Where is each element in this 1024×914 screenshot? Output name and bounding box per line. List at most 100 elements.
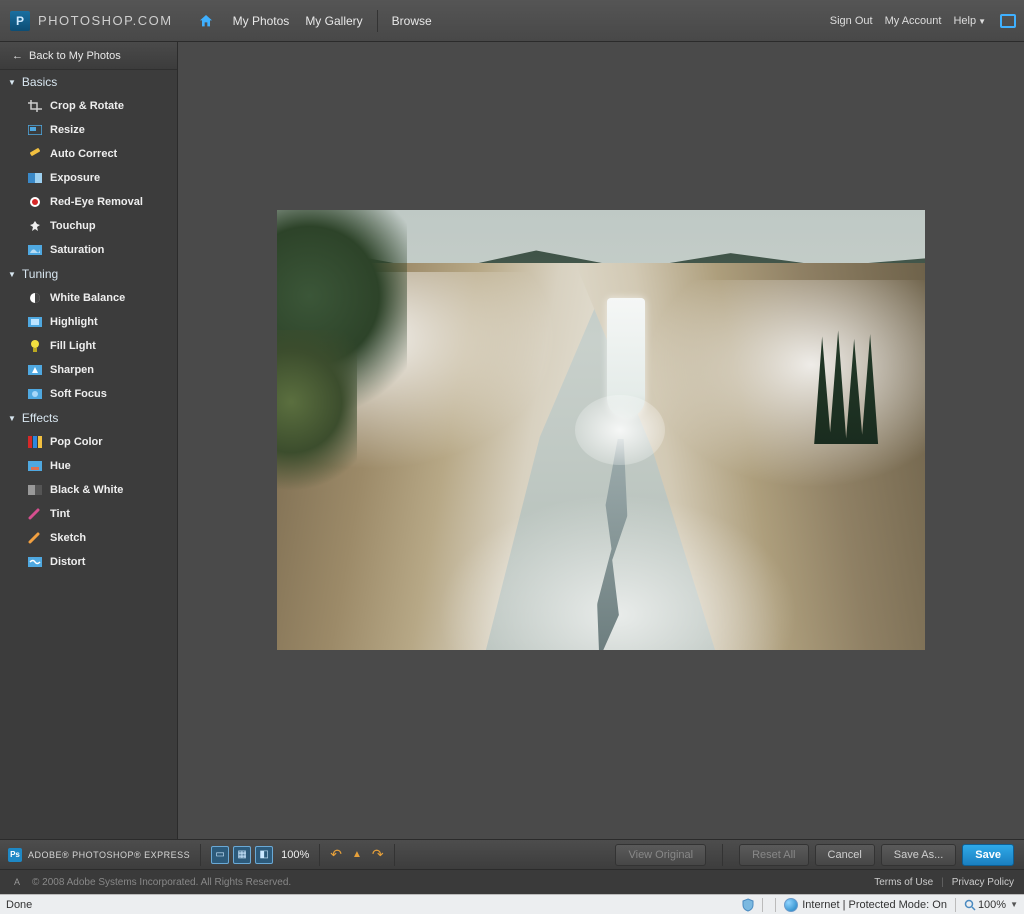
sharpen-icon <box>28 364 42 376</box>
tool-exposure[interactable]: Exposure <box>0 166 177 190</box>
separator <box>955 898 956 912</box>
reset-all-button[interactable]: Reset All <box>739 844 808 866</box>
canvas-area <box>178 42 1024 839</box>
section-effects[interactable]: ▼Effects <box>0 406 177 430</box>
back-to-photos-button[interactable]: ← Back to My Photos <box>0 42 177 70</box>
separator <box>762 898 763 912</box>
bottom-toolbar: Ps ADOBE® PHOTOSHOP® EXPRESS ▭ ▦ ◧ 100% … <box>0 839 1024 869</box>
nav-help-label: Help <box>953 15 976 27</box>
browser-zoom[interactable]: 100% ▼ <box>964 899 1018 911</box>
terms-link[interactable]: Terms of Use <box>874 877 933 888</box>
white-balance-icon <box>28 292 42 304</box>
main-area: ← Back to My Photos ▼ Basics Crop & Rotat… <box>0 42 1024 839</box>
tool-fill-light[interactable]: Fill Light <box>0 334 177 358</box>
tool-red-eye[interactable]: Red-Eye Removal <box>0 190 177 214</box>
tint-icon <box>28 508 42 520</box>
triangle-down-icon: ▼ <box>8 414 16 423</box>
history-icon[interactable]: ▲ <box>352 849 362 860</box>
undo-icon[interactable]: ↶ <box>330 846 342 863</box>
tool-pop-color[interactable]: Pop Color <box>0 430 177 454</box>
tool-sketch[interactable]: Sketch <box>0 526 177 550</box>
soft-focus-icon <box>28 388 42 400</box>
tool-resize[interactable]: Resize <box>0 118 177 142</box>
triangle-down-icon: ▼ <box>8 270 16 279</box>
separator: | <box>941 877 944 888</box>
adobe-logo-icon: A <box>10 875 24 889</box>
hue-icon <box>28 460 42 472</box>
top-nav: P PHOTOSHOP.COM My Photos My Gallery Bro… <box>0 0 1024 42</box>
tool-label: Fill Light <box>50 340 96 352</box>
back-label: Back to My Photos <box>29 50 121 62</box>
nav-sign-out[interactable]: Sign Out <box>830 15 873 27</box>
tool-touchup[interactable]: Touchup <box>0 214 177 238</box>
app-badge: Ps ADOBE® PHOTOSHOP® EXPRESS <box>8 848 190 862</box>
crop-icon <box>28 100 42 112</box>
tool-label: Black & White <box>50 484 123 496</box>
triangle-down-icon: ▼ <box>8 78 16 87</box>
tool-label: Crop & Rotate <box>50 100 124 112</box>
tool-label: Exposure <box>50 172 100 184</box>
tool-black-white[interactable]: Black & White <box>0 478 177 502</box>
section-tuning-label: Tuning <box>22 267 58 281</box>
tool-label: Hue <box>50 460 71 472</box>
tool-label: Distort <box>50 556 85 568</box>
divider <box>394 844 395 866</box>
tool-label: Touchup <box>50 220 96 232</box>
nav-my-photos[interactable]: My Photos <box>233 14 290 28</box>
fullscreen-icon[interactable] <box>1000 14 1016 28</box>
zoom-percent: 100% <box>281 849 309 861</box>
zoom-actual-button[interactable]: ◧ <box>255 846 273 864</box>
separator <box>775 898 776 912</box>
psx-icon: Ps <box>8 848 22 862</box>
tool-crop-rotate[interactable]: Crop & Rotate <box>0 94 177 118</box>
section-tuning[interactable]: ▼ Tuning <box>0 262 177 286</box>
saturation-icon <box>28 244 42 256</box>
cancel-button[interactable]: Cancel <box>815 844 875 866</box>
section-basics-label: Basics <box>22 75 57 89</box>
privacy-link[interactable]: Privacy Policy <box>952 877 1014 888</box>
app-name-label: ADOBE® PHOTOSHOP® EXPRESS <box>28 850 190 860</box>
nav-browse[interactable]: Browse <box>392 14 432 28</box>
tool-highlight[interactable]: Highlight <box>0 310 177 334</box>
save-button[interactable]: Save <box>962 844 1014 866</box>
tool-hue[interactable]: Hue <box>0 454 177 478</box>
nav-my-gallery[interactable]: My Gallery <box>305 14 362 28</box>
home-icon[interactable] <box>197 13 215 29</box>
zoom-fit-button[interactable]: ▭ <box>211 846 229 864</box>
sidebar: ← Back to My Photos ▼ Basics Crop & Rotat… <box>0 42 178 839</box>
save-as-button[interactable]: Save As... <box>881 844 957 866</box>
nav-help[interactable]: Help▼ <box>953 15 986 27</box>
shield-icon[interactable] <box>742 898 754 912</box>
nav-my-account[interactable]: My Account <box>885 15 942 27</box>
section-basics[interactable]: ▼ Basics <box>0 70 177 94</box>
globe-icon <box>784 898 798 912</box>
zoom-fill-button[interactable]: ▦ <box>233 846 251 864</box>
tool-label: White Balance <box>50 292 125 304</box>
divider <box>722 844 723 866</box>
tool-label: Soft Focus <box>50 388 107 400</box>
app-logo-icon: P <box>10 11 30 31</box>
tool-label: Auto Correct <box>50 148 117 160</box>
redo-icon[interactable]: ↷ <box>372 846 384 863</box>
tool-tint[interactable]: Tint <box>0 502 177 526</box>
tool-label: Highlight <box>50 316 98 328</box>
touchup-icon <box>28 220 42 232</box>
chevron-down-icon: ▼ <box>1010 900 1018 909</box>
view-original-button[interactable]: View Original <box>615 844 706 866</box>
footer: A © 2008 Adobe Systems Incorporated. All… <box>0 869 1024 894</box>
tool-label: Tint <box>50 508 70 520</box>
tool-soft-focus[interactable]: Soft Focus <box>0 382 177 406</box>
wand-icon <box>28 148 42 160</box>
tool-distort[interactable]: Distort <box>0 550 177 574</box>
photo-preview[interactable] <box>277 210 925 650</box>
pencil-icon <box>28 532 42 544</box>
tool-sharpen[interactable]: Sharpen <box>0 358 177 382</box>
tool-saturation[interactable]: Saturation <box>0 238 177 262</box>
chevron-down-icon: ▼ <box>978 17 986 26</box>
tool-auto-correct[interactable]: Auto Correct <box>0 142 177 166</box>
red-eye-icon <box>28 196 42 208</box>
tool-label: Saturation <box>50 244 104 256</box>
tool-white-balance[interactable]: White Balance <box>0 286 177 310</box>
divider <box>319 844 320 866</box>
browser-zoom-value: 100% <box>978 899 1006 911</box>
